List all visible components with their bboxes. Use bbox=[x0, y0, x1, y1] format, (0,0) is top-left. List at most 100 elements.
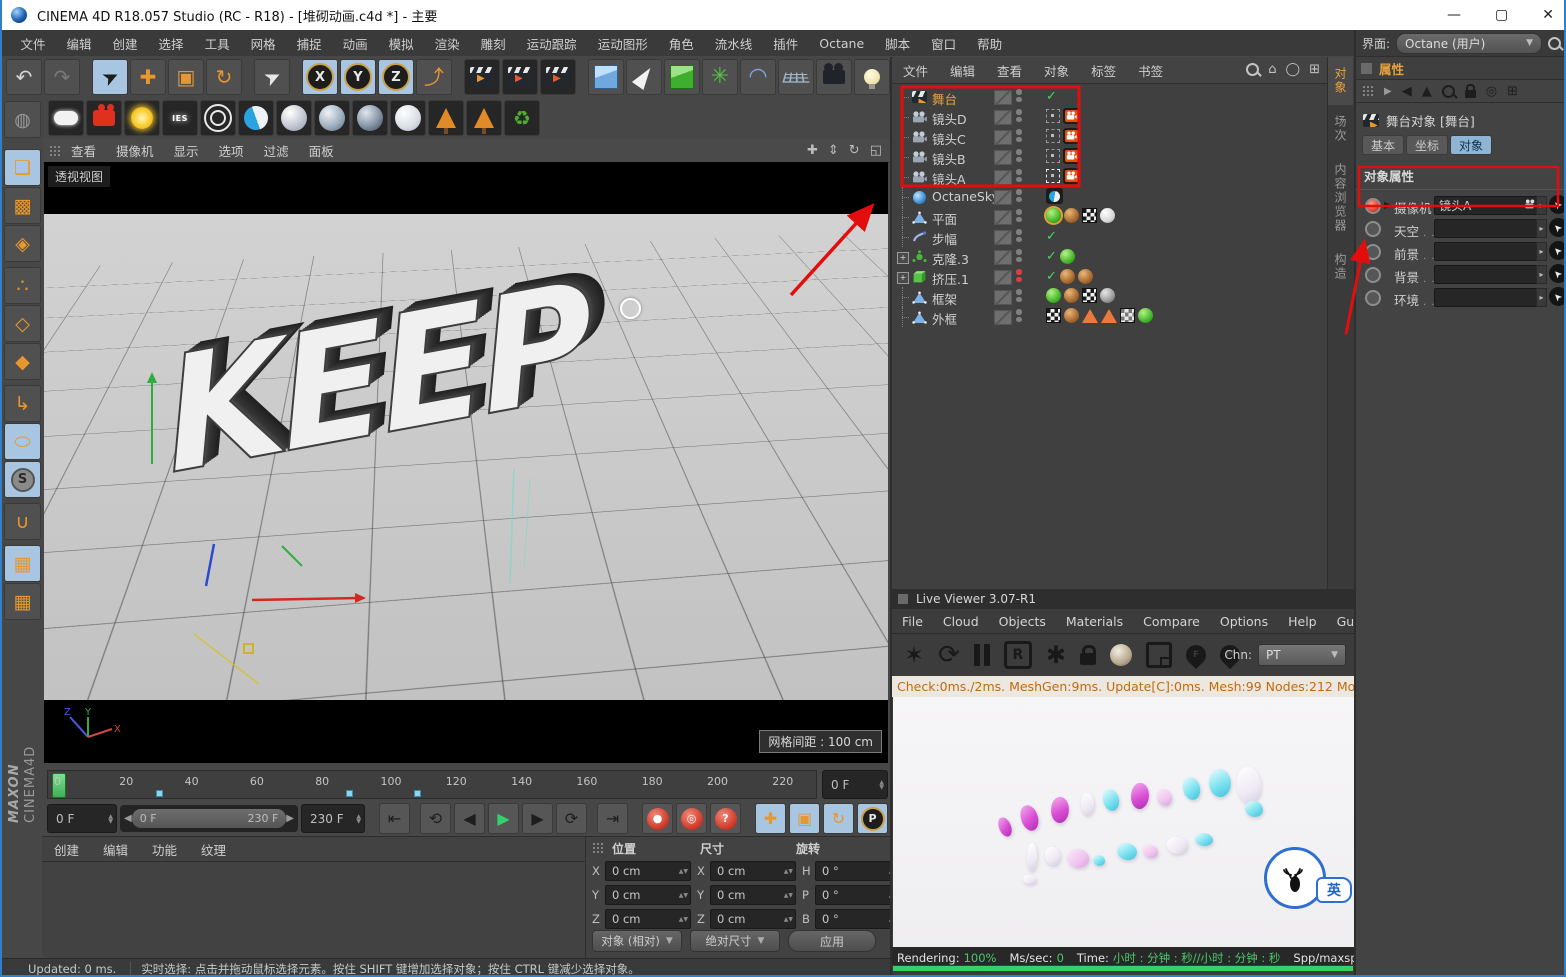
layer-color-chip[interactable] bbox=[994, 230, 1012, 245]
object-row-挤压.1[interactable]: + 挤压.1 ✓ bbox=[894, 267, 1324, 287]
compositing-tag[interactable] bbox=[1046, 308, 1061, 323]
points-mode-button[interactable]: ∴ bbox=[4, 267, 41, 304]
octane-ies-light-button[interactable]: IES bbox=[162, 100, 198, 136]
object-row-镜头C[interactable]: 镜头C bbox=[894, 127, 1324, 147]
viewport-navigation-button[interactable]: ⬭ bbox=[4, 423, 41, 460]
lv-menu-objects[interactable]: Objects bbox=[989, 614, 1056, 629]
mograph-menu-button[interactable] bbox=[664, 59, 700, 95]
menu-item-网格[interactable]: 网格 bbox=[240, 34, 286, 53]
close-button[interactable]: ✕ bbox=[1542, 7, 1554, 23]
simulation-toggle-button[interactable]: S bbox=[4, 461, 41, 498]
search-icon[interactable] bbox=[1548, 36, 1562, 50]
tab-坐标[interactable]: 坐标 bbox=[1406, 135, 1449, 155]
layer-color-chip[interactable] bbox=[994, 130, 1012, 145]
om-menu-书签[interactable]: 书签 bbox=[1127, 61, 1174, 80]
lock-icon[interactable] bbox=[1464, 84, 1476, 98]
layer-color-chip[interactable] bbox=[994, 210, 1012, 225]
expander-arrow-icon[interactable]: ▶ bbox=[1384, 200, 1392, 211]
side-tab-构造[interactable]: 构造 bbox=[1328, 243, 1353, 291]
tab-基本[interactable]: 基本 bbox=[1362, 135, 1405, 155]
visibility-dots[interactable] bbox=[1016, 249, 1022, 262]
panel-handle[interactable] bbox=[592, 842, 604, 854]
layer-color-chip[interactable] bbox=[994, 150, 1012, 165]
material-menu-创建[interactable]: 创建 bbox=[42, 840, 91, 859]
key-rotation-toggle[interactable]: ↻ bbox=[823, 803, 854, 834]
keyframe-selection-button[interactable]: ? bbox=[710, 803, 741, 834]
side-tab-场次[interactable]: 场次 bbox=[1328, 105, 1353, 153]
target-icon[interactable]: ◎ bbox=[1486, 84, 1497, 99]
model-mode-button[interactable]: ❑ bbox=[4, 149, 41, 186]
timeline-marker[interactable] bbox=[346, 790, 353, 797]
object-row-克隆.3[interactable]: + 克隆.3 ✓ bbox=[894, 247, 1324, 267]
material-tag-brown[interactable] bbox=[1059, 269, 1075, 284]
octane-mix-material-button[interactable] bbox=[390, 100, 426, 136]
key-parameter-toggle[interactable]: P bbox=[857, 803, 888, 834]
link-menu-button[interactable]: ▸ bbox=[1536, 265, 1547, 284]
goto-start-button[interactable]: ⇤ bbox=[379, 803, 410, 834]
octane-specular-material-button[interactable] bbox=[352, 100, 388, 136]
play-button[interactable]: ▶ bbox=[488, 803, 519, 834]
octane-environment-tag[interactable] bbox=[1046, 188, 1063, 204]
move-tool[interactable]: ✚ bbox=[130, 59, 166, 95]
viewport-pan-icon[interactable]: ✚ bbox=[807, 143, 818, 158]
material-tag-green[interactable] bbox=[1059, 249, 1075, 264]
timeline-ruler[interactable]: 0 20 40 60 80 100 120 140 160 180 200 220 bbox=[47, 770, 817, 799]
ime-language-badge[interactable]: 英 bbox=[1316, 877, 1352, 903]
workplane-mode-button[interactable]: ◈ bbox=[4, 225, 41, 262]
om-menu-查看[interactable]: 查看 bbox=[986, 61, 1033, 80]
material-tag-brown[interactable] bbox=[1064, 308, 1079, 323]
octane-scatter-button[interactable] bbox=[428, 100, 464, 136]
field-input[interactable]: 0 cm ▲▼ bbox=[710, 885, 796, 905]
menu-item-窗口[interactable]: 窗口 bbox=[921, 34, 967, 53]
viewport-menu-选项[interactable]: 选项 bbox=[209, 141, 254, 160]
coordinate-mode-dropdown[interactable]: 对象 (相对) ▼ bbox=[592, 930, 682, 952]
menu-item-运动跟踪[interactable]: 运动跟踪 bbox=[516, 34, 587, 53]
compositing-tag[interactable] bbox=[1120, 308, 1135, 323]
field-input[interactable]: 0 cm ▲▼ bbox=[710, 861, 796, 881]
undo-button[interactable]: ↶ bbox=[6, 59, 42, 95]
key-position-toggle[interactable]: ✚ bbox=[755, 803, 786, 834]
field-input[interactable]: 0 °▲▼ bbox=[815, 861, 901, 881]
make-editable-button[interactable]: ◍ bbox=[4, 101, 41, 138]
visibility-dots[interactable] bbox=[1016, 149, 1022, 162]
focus-picker-icon[interactable]: F bbox=[1181, 640, 1211, 670]
octane-camera-tag[interactable] bbox=[1063, 128, 1080, 144]
settings-gear-icon[interactable]: ✱ bbox=[1046, 643, 1066, 667]
material-tag-green[interactable] bbox=[1046, 288, 1061, 303]
viewport-menu-过滤[interactable]: 过滤 bbox=[254, 141, 299, 160]
octane-daylight-button[interactable] bbox=[124, 100, 160, 136]
radio-背景[interactable] bbox=[1365, 267, 1381, 283]
region-render-icon[interactable]: R bbox=[1003, 641, 1032, 669]
interface-dropdown[interactable]: Octane (用户) ▼ bbox=[1396, 32, 1543, 54]
viewport-menu-查看[interactable]: 查看 bbox=[61, 141, 106, 160]
camera-target-tag[interactable] bbox=[1046, 149, 1060, 163]
material-menu-编辑[interactable]: 编辑 bbox=[91, 840, 140, 859]
record-keyframe-button[interactable]: ● bbox=[642, 803, 673, 834]
channel-dropdown[interactable]: PT ▼ bbox=[1258, 644, 1346, 666]
z-axis-lock[interactable]: Z bbox=[378, 59, 414, 95]
goto-end-button[interactable]: ⇥ bbox=[597, 803, 628, 834]
link-field-天空[interactable] bbox=[1434, 219, 1542, 238]
current-frame-spinner[interactable]: 0 F ▲ ▼ bbox=[47, 804, 117, 833]
menu-item-文件[interactable]: 文件 bbox=[10, 34, 56, 53]
apply-button[interactable]: 应用 bbox=[788, 930, 876, 952]
viewport-menu-摄像机[interactable]: 摄像机 bbox=[106, 141, 164, 160]
range-left-arrow[interactable]: ◀ bbox=[124, 813, 132, 824]
octane-glossy-material-button[interactable] bbox=[314, 100, 350, 136]
material-tag-brown[interactable] bbox=[1064, 208, 1079, 223]
lv-menu-compare[interactable]: Compare bbox=[1133, 614, 1210, 629]
search-icon[interactable] bbox=[1246, 63, 1260, 76]
history-back-icon[interactable]: ◀ bbox=[1402, 84, 1412, 99]
object-row-框架[interactable]: 框架 bbox=[894, 287, 1324, 307]
viewport-menu-面板[interactable]: 面板 bbox=[299, 141, 344, 160]
side-tab-对象[interactable]: 对象 bbox=[1328, 57, 1353, 105]
object-row-平面[interactable]: 平面 bbox=[894, 207, 1324, 227]
octane-proxy-button[interactable]: ♻ bbox=[504, 100, 540, 136]
path-bar-icon[interactable]: ◯ bbox=[1286, 62, 1301, 77]
menu-item-渲染[interactable]: 渲染 bbox=[424, 34, 470, 53]
tab-对象[interactable]: 对象 bbox=[1450, 135, 1493, 155]
menu-item-雕刻[interactable]: 雕刻 bbox=[470, 34, 516, 53]
om-menu-对象[interactable]: 对象 bbox=[1033, 61, 1080, 80]
minimize-button[interactable]: — bbox=[1447, 7, 1461, 23]
pick-object-button[interactable]: ➤ bbox=[1549, 195, 1564, 214]
